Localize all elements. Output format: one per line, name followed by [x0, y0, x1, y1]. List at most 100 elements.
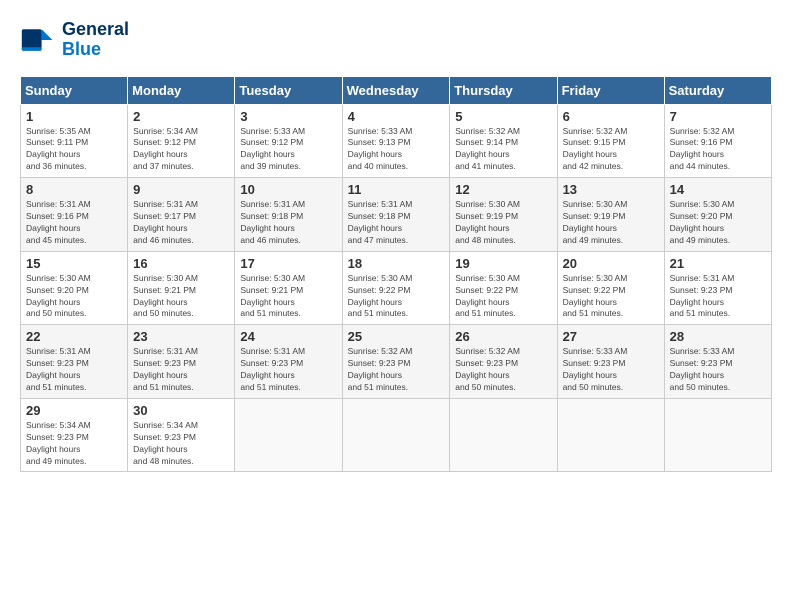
day-info: Sunrise: 5:31 AM Sunset: 9:17 PM Dayligh…: [133, 199, 229, 247]
calendar-cell: 26 Sunrise: 5:32 AM Sunset: 9:23 PM Dayl…: [450, 325, 557, 399]
calendar-cell: 15 Sunrise: 5:30 AM Sunset: 9:20 PM Dayl…: [21, 251, 128, 325]
calendar-week-row: 15 Sunrise: 5:30 AM Sunset: 9:20 PM Dayl…: [21, 251, 772, 325]
day-number: 28: [670, 329, 766, 344]
calendar-cell: 2 Sunrise: 5:34 AM Sunset: 9:12 PM Dayli…: [128, 104, 235, 178]
day-number: 30: [133, 403, 229, 418]
calendar-week-row: 22 Sunrise: 5:31 AM Sunset: 9:23 PM Dayl…: [21, 325, 772, 399]
day-number: 9: [133, 182, 229, 197]
day-info: Sunrise: 5:30 AM Sunset: 9:21 PM Dayligh…: [240, 273, 336, 321]
day-info: Sunrise: 5:30 AM Sunset: 9:22 PM Dayligh…: [455, 273, 551, 321]
calendar-cell: 28 Sunrise: 5:33 AM Sunset: 9:23 PM Dayl…: [664, 325, 771, 399]
day-info: Sunrise: 5:35 AM Sunset: 9:11 PM Dayligh…: [26, 126, 122, 174]
day-number: 21: [670, 256, 766, 271]
calendar-cell: 11 Sunrise: 5:31 AM Sunset: 9:18 PM Dayl…: [342, 178, 450, 252]
calendar-cell: 22 Sunrise: 5:31 AM Sunset: 9:23 PM Dayl…: [21, 325, 128, 399]
day-info: Sunrise: 5:32 AM Sunset: 9:23 PM Dayligh…: [455, 346, 551, 394]
day-number: 14: [670, 182, 766, 197]
calendar-cell: 9 Sunrise: 5:31 AM Sunset: 9:17 PM Dayli…: [128, 178, 235, 252]
day-number: 19: [455, 256, 551, 271]
day-number: 6: [563, 109, 659, 124]
calendar-cell: 23 Sunrise: 5:31 AM Sunset: 9:23 PM Dayl…: [128, 325, 235, 399]
calendar-cell: 16 Sunrise: 5:30 AM Sunset: 9:21 PM Dayl…: [128, 251, 235, 325]
page-header: General Blue: [20, 20, 772, 60]
day-info: Sunrise: 5:32 AM Sunset: 9:15 PM Dayligh…: [563, 126, 659, 174]
day-info: Sunrise: 5:31 AM Sunset: 9:18 PM Dayligh…: [348, 199, 445, 247]
column-header-friday: Friday: [557, 76, 664, 104]
day-number: 13: [563, 182, 659, 197]
calendar-cell: 3 Sunrise: 5:33 AM Sunset: 9:12 PM Dayli…: [235, 104, 342, 178]
day-number: 25: [348, 329, 445, 344]
calendar-cell: 10 Sunrise: 5:31 AM Sunset: 9:18 PM Dayl…: [235, 178, 342, 252]
calendar-cell: 25 Sunrise: 5:32 AM Sunset: 9:23 PM Dayl…: [342, 325, 450, 399]
calendar-week-row: 8 Sunrise: 5:31 AM Sunset: 9:16 PM Dayli…: [21, 178, 772, 252]
day-number: 5: [455, 109, 551, 124]
calendar-cell: 7 Sunrise: 5:32 AM Sunset: 9:16 PM Dayli…: [664, 104, 771, 178]
day-info: Sunrise: 5:30 AM Sunset: 9:22 PM Dayligh…: [348, 273, 445, 321]
day-number: 23: [133, 329, 229, 344]
calendar-cell: 18 Sunrise: 5:30 AM Sunset: 9:22 PM Dayl…: [342, 251, 450, 325]
day-number: 3: [240, 109, 336, 124]
day-number: 1: [26, 109, 122, 124]
day-info: Sunrise: 5:31 AM Sunset: 9:16 PM Dayligh…: [26, 199, 122, 247]
day-info: Sunrise: 5:31 AM Sunset: 9:23 PM Dayligh…: [670, 273, 766, 321]
day-info: Sunrise: 5:30 AM Sunset: 9:19 PM Dayligh…: [563, 199, 659, 247]
column-header-saturday: Saturday: [664, 76, 771, 104]
day-number: 15: [26, 256, 122, 271]
column-header-wednesday: Wednesday: [342, 76, 450, 104]
day-info: Sunrise: 5:32 AM Sunset: 9:23 PM Dayligh…: [348, 346, 445, 394]
day-number: 8: [26, 182, 122, 197]
day-number: 20: [563, 256, 659, 271]
day-number: 12: [455, 182, 551, 197]
calendar-cell: 17 Sunrise: 5:30 AM Sunset: 9:21 PM Dayl…: [235, 251, 342, 325]
calendar-cell: 13 Sunrise: 5:30 AM Sunset: 9:19 PM Dayl…: [557, 178, 664, 252]
day-info: Sunrise: 5:31 AM Sunset: 9:18 PM Dayligh…: [240, 199, 336, 247]
day-number: 18: [348, 256, 445, 271]
column-header-tuesday: Tuesday: [235, 76, 342, 104]
column-header-thursday: Thursday: [450, 76, 557, 104]
day-info: Sunrise: 5:31 AM Sunset: 9:23 PM Dayligh…: [26, 346, 122, 394]
day-number: 27: [563, 329, 659, 344]
calendar-cell: 4 Sunrise: 5:33 AM Sunset: 9:13 PM Dayli…: [342, 104, 450, 178]
calendar-cell: [557, 398, 664, 472]
day-info: Sunrise: 5:32 AM Sunset: 9:14 PM Dayligh…: [455, 126, 551, 174]
day-info: Sunrise: 5:33 AM Sunset: 9:12 PM Dayligh…: [240, 126, 336, 174]
day-info: Sunrise: 5:33 AM Sunset: 9:23 PM Dayligh…: [670, 346, 766, 394]
calendar-header-row: SundayMondayTuesdayWednesdayThursdayFrid…: [21, 76, 772, 104]
day-info: Sunrise: 5:33 AM Sunset: 9:13 PM Dayligh…: [348, 126, 445, 174]
calendar-cell: 1 Sunrise: 5:35 AM Sunset: 9:11 PM Dayli…: [21, 104, 128, 178]
day-info: Sunrise: 5:34 AM Sunset: 9:23 PM Dayligh…: [26, 420, 122, 468]
calendar-cell: 27 Sunrise: 5:33 AM Sunset: 9:23 PM Dayl…: [557, 325, 664, 399]
calendar-cell: 24 Sunrise: 5:31 AM Sunset: 9:23 PM Dayl…: [235, 325, 342, 399]
calendar-cell: 12 Sunrise: 5:30 AM Sunset: 9:19 PM Dayl…: [450, 178, 557, 252]
day-number: 4: [348, 109, 445, 124]
calendar-cell: 19 Sunrise: 5:30 AM Sunset: 9:22 PM Dayl…: [450, 251, 557, 325]
day-number: 22: [26, 329, 122, 344]
logo-text: General Blue: [62, 20, 129, 60]
calendar-cell: 8 Sunrise: 5:31 AM Sunset: 9:16 PM Dayli…: [21, 178, 128, 252]
calendar-cell: 5 Sunrise: 5:32 AM Sunset: 9:14 PM Dayli…: [450, 104, 557, 178]
day-info: Sunrise: 5:30 AM Sunset: 9:19 PM Dayligh…: [455, 199, 551, 247]
calendar-cell: 21 Sunrise: 5:31 AM Sunset: 9:23 PM Dayl…: [664, 251, 771, 325]
calendar-cell: 20 Sunrise: 5:30 AM Sunset: 9:22 PM Dayl…: [557, 251, 664, 325]
calendar-cell: [450, 398, 557, 472]
calendar-cell: 14 Sunrise: 5:30 AM Sunset: 9:20 PM Dayl…: [664, 178, 771, 252]
day-number: 24: [240, 329, 336, 344]
calendar-cell: 6 Sunrise: 5:32 AM Sunset: 9:15 PM Dayli…: [557, 104, 664, 178]
day-info: Sunrise: 5:31 AM Sunset: 9:23 PM Dayligh…: [133, 346, 229, 394]
day-number: 11: [348, 182, 445, 197]
calendar-week-row: 29 Sunrise: 5:34 AM Sunset: 9:23 PM Dayl…: [21, 398, 772, 472]
day-info: Sunrise: 5:33 AM Sunset: 9:23 PM Dayligh…: [563, 346, 659, 394]
day-info: Sunrise: 5:32 AM Sunset: 9:16 PM Dayligh…: [670, 126, 766, 174]
calendar-cell: [235, 398, 342, 472]
day-info: Sunrise: 5:30 AM Sunset: 9:22 PM Dayligh…: [563, 273, 659, 321]
calendar-week-row: 1 Sunrise: 5:35 AM Sunset: 9:11 PM Dayli…: [21, 104, 772, 178]
day-number: 29: [26, 403, 122, 418]
day-info: Sunrise: 5:34 AM Sunset: 9:23 PM Dayligh…: [133, 420, 229, 468]
calendar-cell: 29 Sunrise: 5:34 AM Sunset: 9:23 PM Dayl…: [21, 398, 128, 472]
day-number: 2: [133, 109, 229, 124]
day-info: Sunrise: 5:34 AM Sunset: 9:12 PM Dayligh…: [133, 126, 229, 174]
day-number: 7: [670, 109, 766, 124]
logo-icon: [20, 22, 56, 58]
day-info: Sunrise: 5:30 AM Sunset: 9:20 PM Dayligh…: [670, 199, 766, 247]
day-info: Sunrise: 5:30 AM Sunset: 9:20 PM Dayligh…: [26, 273, 122, 321]
